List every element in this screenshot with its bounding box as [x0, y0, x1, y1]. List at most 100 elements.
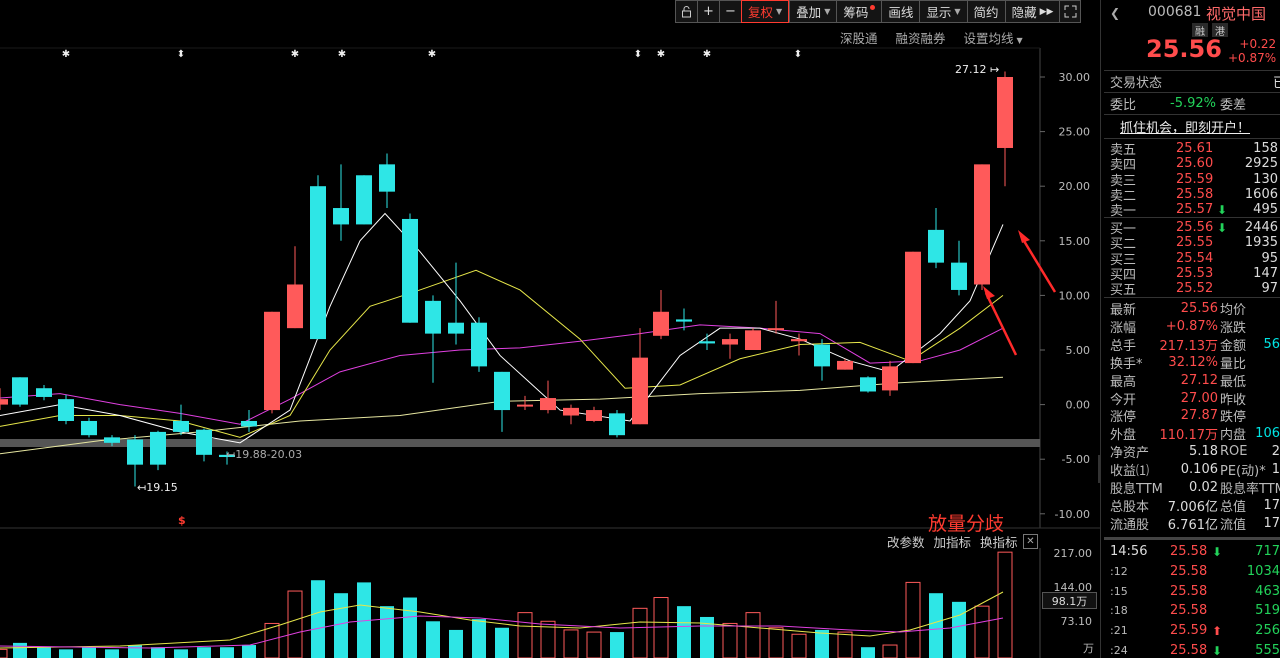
volume-bar[interactable] [677, 606, 691, 658]
kline-chart[interactable]: 30.00 25.00 20.00 15.00 10.00 5.00 0.00 -5.00 -1… [0, 0, 1100, 658]
volume-bar[interactable] [311, 580, 325, 658]
candle[interactable] [310, 175, 326, 340]
volume-bar[interactable] [929, 593, 943, 658]
candle[interactable] [517, 395, 533, 411]
volume-bar[interactable] [905, 581, 921, 658]
candle[interactable] [837, 358, 853, 370]
volume-bar[interactable] [791, 633, 807, 658]
jianyue-button[interactable]: 简约 [966, 0, 1005, 23]
collapse-panel-icon[interactable]: ❮ [1110, 6, 1120, 20]
event-marker-icon[interactable]: ✱ [428, 49, 436, 60]
candle[interactable] [196, 428, 212, 462]
fullscreen-icon[interactable] [1059, 0, 1082, 23]
ma-settings-link[interactable]: 设置均线 ▼ [964, 28, 1023, 46]
candle[interactable] [127, 435, 143, 487]
event-marker-icon[interactable]: ⬍ [794, 49, 802, 60]
candle[interactable] [264, 311, 280, 414]
candle[interactable] [609, 410, 625, 438]
candle[interactable] [997, 71, 1013, 187]
volume-bar[interactable] [380, 606, 394, 658]
candle[interactable] [722, 333, 738, 359]
volume-bar[interactable] [837, 631, 853, 658]
volume-bar[interactable] [151, 647, 165, 658]
volume-bar[interactable] [517, 612, 533, 658]
event-marker-icon[interactable]: ✱ [703, 49, 711, 60]
volume-bar[interactable] [997, 551, 1013, 658]
lock-icon[interactable] [675, 0, 697, 23]
volume-bar[interactable] [563, 629, 579, 658]
volume-bar[interactable] [105, 649, 119, 658]
open-account-link[interactable]: 抓住机会，即刻开户！ [1120, 118, 1250, 136]
volume-bar[interactable] [768, 627, 784, 658]
volume-bar[interactable] [472, 619, 486, 658]
zoom-in-button[interactable]: + [697, 0, 719, 23]
candle[interactable] [333, 164, 349, 241]
volume-bar[interactable] [653, 597, 669, 658]
volume-bar[interactable] [37, 647, 51, 658]
volume-bar[interactable] [882, 644, 898, 658]
candle[interactable] [58, 394, 74, 425]
candle[interactable] [745, 328, 761, 350]
volume-bar[interactable] [426, 621, 440, 658]
chouma-button[interactable]: 筹码 [836, 0, 882, 23]
volume-bar[interactable] [861, 647, 875, 658]
candle[interactable] [586, 406, 602, 423]
candle[interactable] [494, 371, 510, 432]
volume-bar[interactable] [722, 622, 738, 658]
candle[interactable] [379, 153, 395, 209]
volume-bar[interactable] [174, 649, 188, 658]
candle[interactable] [287, 246, 303, 329]
event-marker-icon[interactable]: ⬍ [177, 49, 185, 60]
event-marker-icon[interactable]: ✱ [62, 49, 70, 60]
candle[interactable] [676, 308, 692, 331]
candle[interactable] [173, 404, 189, 436]
candle[interactable] [882, 360, 898, 396]
candle[interactable] [974, 164, 990, 290]
close-icon[interactable]: ✕ [1023, 534, 1038, 549]
candle[interactable] [563, 404, 579, 425]
candle[interactable] [653, 289, 669, 340]
volume-bar[interactable] [0, 648, 8, 658]
candle[interactable] [402, 213, 418, 323]
candle[interactable] [905, 251, 921, 364]
volume-bar[interactable] [974, 605, 990, 658]
volume-bar[interactable] [334, 593, 348, 658]
huaxian-button[interactable]: 画线 [881, 0, 920, 23]
volume-bar[interactable] [495, 627, 509, 658]
event-marker-icon[interactable]: ✱ [291, 49, 299, 60]
volume-bar[interactable] [220, 647, 234, 658]
diejia-button[interactable]: 叠加 ▼ [789, 0, 837, 23]
event-marker-icon[interactable]: ✱ [657, 49, 665, 60]
candle[interactable] [12, 377, 28, 407]
candle[interactable] [540, 380, 556, 414]
candle[interactable] [36, 384, 52, 401]
volume-bar[interactable] [745, 612, 761, 658]
candle[interactable] [0, 388, 8, 411]
buy-level[interactable]: 买五 25.52 97 [1110, 280, 1280, 298]
yincang-button[interactable]: 隐藏 ▶▶ [1004, 0, 1060, 23]
jiazhibiao-link[interactable]: 加指标 [934, 532, 972, 551]
volume-bar[interactable] [13, 642, 27, 658]
volume-bar[interactable] [632, 607, 648, 658]
volume-bar[interactable] [449, 629, 463, 658]
zoom-out-button[interactable]: − [719, 0, 741, 23]
sell-level[interactable]: 卖一 25.57 ⬇ 495 [1110, 201, 1280, 219]
candle[interactable] [699, 333, 715, 350]
volume-bar[interactable] [287, 590, 303, 658]
candle[interactable] [150, 430, 166, 471]
candle[interactable] [356, 175, 372, 225]
volume-bar[interactable] [128, 645, 142, 658]
candle[interactable] [814, 339, 830, 381]
candle[interactable] [768, 300, 784, 334]
shengutong-link[interactable]: 深股通 [840, 28, 878, 46]
event-marker-icon[interactable]: ✱ [338, 49, 346, 60]
volume-bar[interactable] [610, 632, 624, 658]
gaicanshu-link[interactable]: 改参数 [887, 532, 925, 551]
volume-bar[interactable] [952, 601, 966, 658]
xianshi-button[interactable]: 显示 ▼ [919, 0, 967, 23]
candle[interactable] [951, 240, 967, 296]
fuquan-button[interactable]: 复权 ▼ [741, 0, 790, 23]
candle[interactable] [425, 295, 441, 383]
volume-bar[interactable] [586, 631, 602, 658]
volume-bar[interactable] [197, 647, 211, 658]
